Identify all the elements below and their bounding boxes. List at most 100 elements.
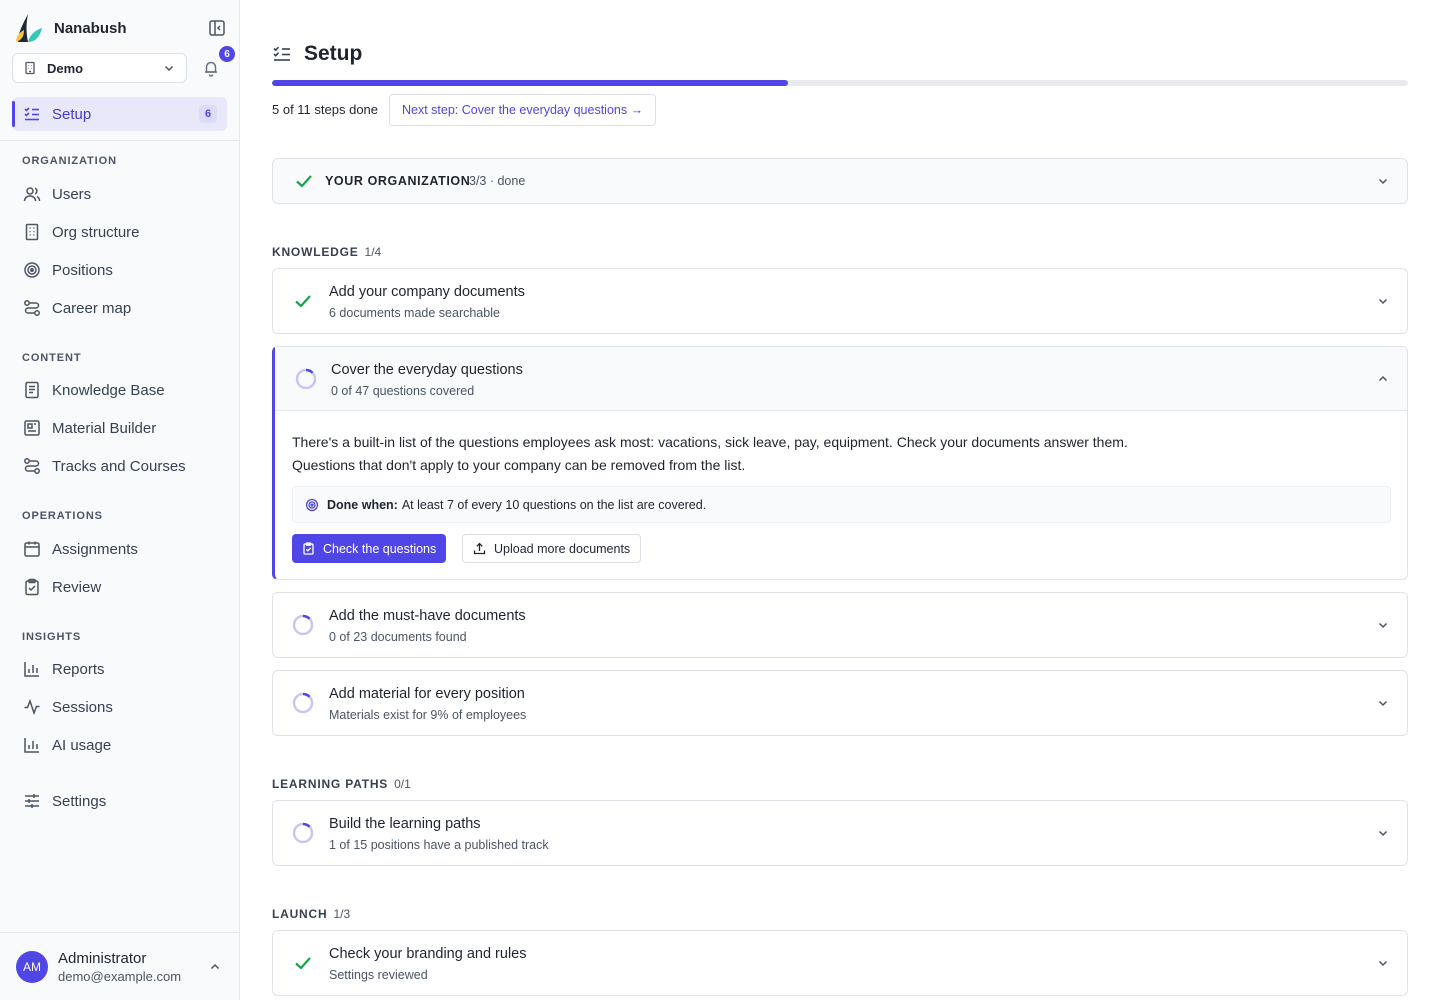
step-card-material-every-position[interactable]: Add material for every position Material… xyxy=(272,670,1408,736)
building-icon xyxy=(25,61,35,75)
sidebar-collapse-icon[interactable] xyxy=(208,19,226,37)
check-questions-button[interactable]: Check the questions xyxy=(292,534,447,563)
step-subtitle: Materials exist for 9% of employees xyxy=(329,708,527,722)
progress-ring-icon xyxy=(295,368,317,390)
sidebar-item-ai-usage[interactable]: AI usage xyxy=(12,728,227,762)
sidebar-item-setup[interactable]: Setup 6 xyxy=(12,97,227,131)
group-title: LAUNCH xyxy=(272,907,328,921)
done-when-box: Done when: At least 7 of every 10 questi… xyxy=(292,486,1391,523)
sidebar-item-label: Reports xyxy=(52,660,105,678)
sidebar-item-label: Settings xyxy=(52,792,107,810)
group-count: 1/3 xyxy=(333,907,351,921)
chevron-up-icon[interactable] xyxy=(1376,372,1390,386)
chevron-down-icon[interactable] xyxy=(1376,696,1390,710)
step-title: Add your company documents xyxy=(329,284,525,300)
user-menu[interactable]: AM Administrator demo@example.com xyxy=(0,932,239,1000)
divider xyxy=(0,140,239,141)
brand-name: Nanabush xyxy=(54,19,127,37)
sidebar-item-review[interactable]: Review xyxy=(12,570,227,604)
checklist-icon xyxy=(273,46,290,61)
section-heading-insights: INSIGHTS xyxy=(22,631,82,643)
step-card-branding[interactable]: Check your branding and rules Settings r… xyxy=(272,930,1408,996)
step-title: Build the learning paths xyxy=(329,816,481,832)
sidebar-item-label: Org structure xyxy=(52,223,140,241)
clipboard-check-icon xyxy=(303,542,314,555)
building-icon xyxy=(25,223,39,241)
upload-icon xyxy=(473,542,486,555)
step-card-must-have-documents[interactable]: Add the must-have documents 0 of 23 docu… xyxy=(272,592,1408,658)
org-select-value: Demo xyxy=(47,60,84,76)
progress-ring-icon xyxy=(292,822,314,844)
notification-badge: 6 xyxy=(219,46,235,62)
sidebar-item-users[interactable]: Users xyxy=(12,177,227,211)
group-heading-launch: LAUNCH 1/3 xyxy=(272,907,350,921)
layout-icon xyxy=(24,420,40,436)
setup-progress-bar xyxy=(272,80,1408,86)
sidebar-item-label: Assignments xyxy=(52,540,138,558)
step-card-learning-paths[interactable]: Build the learning paths 1 of 15 positio… xyxy=(272,800,1408,866)
sidebar-item-label: Career map xyxy=(52,299,132,317)
button-label: Check the questions xyxy=(323,541,437,556)
sidebar-item-tracks-and-courses[interactable]: Tracks and Courses xyxy=(12,449,227,483)
target-icon xyxy=(24,262,40,278)
done-when-label: Done when: xyxy=(327,497,398,512)
group-heading-knowledge: KNOWLEDGE 1/4 xyxy=(272,245,381,259)
section-heading-content: CONTENT xyxy=(22,352,82,364)
check-icon xyxy=(296,175,312,188)
chevron-down-icon[interactable] xyxy=(1376,618,1390,632)
org-summary-card[interactable]: YOUR ORGANIZATION 3/3 · done xyxy=(272,158,1408,204)
group-count: 1/4 xyxy=(364,245,382,259)
sidebar-item-career-map[interactable]: Career map xyxy=(12,291,227,325)
sliders-icon xyxy=(25,794,39,808)
sidebar-item-assignments[interactable]: Assignments xyxy=(12,532,227,566)
chevron-down-icon[interactable] xyxy=(1376,174,1390,188)
step-subtitle: 6 documents made searchable xyxy=(329,306,500,320)
sidebar-item-org-structure[interactable]: Org structure xyxy=(12,215,227,249)
upload-documents-button[interactable]: Upload more documents xyxy=(462,534,642,563)
sidebar: Nanabush Demo 6 Setup 6 ORGANIZATION Use… xyxy=(0,0,240,1000)
check-icon xyxy=(295,295,311,308)
chevron-down-icon[interactable] xyxy=(1376,956,1390,970)
org-select[interactable]: Demo xyxy=(12,53,187,83)
clipboard-check-icon xyxy=(25,578,39,596)
sidebar-item-label: AI usage xyxy=(52,736,112,754)
users-icon xyxy=(23,187,41,202)
org-summary-title: YOUR ORGANIZATION xyxy=(325,174,471,188)
check-icon xyxy=(295,957,311,970)
steps-done-text: 5 of 11 steps done xyxy=(272,102,379,117)
step-card-company-documents[interactable]: Add your company documents 6 documents m… xyxy=(272,268,1408,334)
user-name: Administrator xyxy=(58,950,147,967)
step-description-line: There's a built-in list of the questions… xyxy=(292,434,1128,450)
sidebar-item-reports[interactable]: Reports xyxy=(12,652,227,686)
route-icon xyxy=(24,300,40,316)
route-icon xyxy=(24,458,40,474)
step-card-header[interactable]: Cover the everyday questions 0 of 47 que… xyxy=(275,347,1407,411)
book-icon xyxy=(25,381,39,399)
section-heading-operations: OPERATIONS xyxy=(22,510,103,522)
sidebar-item-positions[interactable]: Positions xyxy=(12,253,227,287)
sidebar-item-label: Positions xyxy=(52,261,113,279)
avatar: AM xyxy=(16,951,48,983)
step-subtitle: 0 of 23 documents found xyxy=(329,630,467,644)
sidebar-item-sessions[interactable]: Sessions xyxy=(12,690,227,724)
group-count: 0/1 xyxy=(394,777,411,791)
page-title: Setup xyxy=(304,42,363,65)
next-step-button[interactable]: Next step: Cover the everyday questions … xyxy=(389,94,657,126)
sidebar-item-material-builder[interactable]: Material Builder xyxy=(12,411,227,445)
sidebar-item-knowledge-base[interactable]: Knowledge Base xyxy=(12,373,227,407)
step-card-everyday-questions: Cover the everyday questions 0 of 47 que… xyxy=(272,346,1408,580)
step-description: There's a built-in list of the questions… xyxy=(292,431,1382,477)
chevron-down-icon[interactable] xyxy=(1376,294,1390,308)
chevron-down-icon[interactable] xyxy=(1376,826,1390,840)
group-title: LEARNING PATHS xyxy=(272,777,389,791)
sidebar-item-label: Material Builder xyxy=(52,419,157,437)
sidebar-item-label: Knowledge Base xyxy=(52,381,165,399)
step-subtitle: 0 of 47 questions covered xyxy=(331,384,475,398)
sidebar-item-label: Users xyxy=(52,185,92,203)
section-heading-organization: ORGANIZATION xyxy=(22,155,117,167)
chevron-up-icon[interactable] xyxy=(208,960,222,974)
sidebar-item-label: Setup xyxy=(52,105,92,123)
sidebar-item-settings[interactable]: Settings xyxy=(12,784,227,818)
bell-icon[interactable] xyxy=(202,59,220,77)
calendar-icon xyxy=(24,541,40,557)
